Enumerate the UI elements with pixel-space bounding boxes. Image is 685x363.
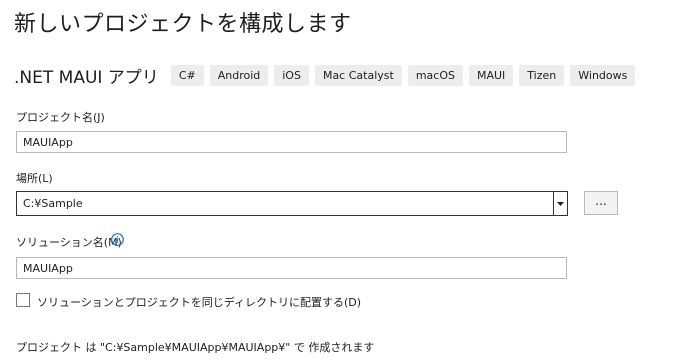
solution-name-input[interactable] bbox=[16, 257, 567, 279]
project-name-label: プロジェクト名(J) bbox=[16, 111, 105, 124]
location-input[interactable] bbox=[17, 192, 553, 215]
caret-down-icon bbox=[557, 201, 564, 206]
same-directory-checkbox[interactable] bbox=[16, 293, 30, 307]
tag-macos: macOS bbox=[407, 64, 463, 86]
tag-ios: iOS bbox=[274, 64, 309, 86]
project-name-input[interactable] bbox=[16, 131, 567, 153]
browse-button[interactable]: ... bbox=[584, 191, 618, 215]
tag-csharp: C# bbox=[170, 64, 204, 86]
info-circle-icon[interactable] bbox=[111, 233, 124, 246]
same-directory-label[interactable]: ソリューションとプロジェクトを同じディレクトリに配置する(D) bbox=[37, 294, 361, 310]
location-dropdown-button[interactable] bbox=[553, 192, 567, 215]
page-title: 新しいプロジェクトを構成します bbox=[14, 12, 352, 37]
tag-maui: MAUI bbox=[468, 64, 514, 86]
project-location-note: プロジェクト は "C:¥Sample¥MAUIApp¥MAUIApp¥" で … bbox=[16, 341, 375, 354]
tag-android: Android bbox=[209, 64, 269, 86]
location-combobox[interactable] bbox=[16, 191, 568, 216]
tag-tizen: Tizen bbox=[519, 64, 565, 86]
location-label: 場所(L) bbox=[16, 172, 53, 185]
template-name: .NET MAUI アプリ bbox=[14, 67, 159, 88]
tag-mac-catalyst: Mac Catalyst bbox=[314, 64, 402, 86]
template-header: .NET MAUI アプリ C# Android iOS Mac Catalys… bbox=[14, 63, 641, 88]
solution-name-label: ソリューション名(M) bbox=[16, 236, 122, 249]
tag-windows: Windows bbox=[570, 64, 636, 86]
